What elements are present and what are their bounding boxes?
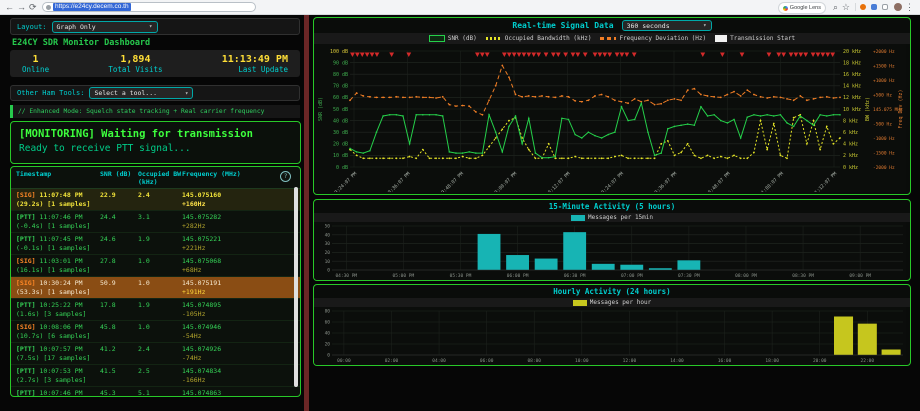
table-scrollbar[interactable] xyxy=(294,187,298,387)
forward-icon[interactable]: → xyxy=(17,0,26,14)
layout-toolbar: Layout: Graph Only ▾ xyxy=(10,18,300,35)
table-body: [SIG] 11:07:48 PM (29.2s) [1 samples]22.… xyxy=(11,189,300,397)
ham-tools-toolbar: Other Ham Tools: Select a tool... ▾ xyxy=(10,85,300,101)
time-window-value: 360 seconds xyxy=(627,22,670,30)
ham-tools-select[interactable]: Select a tool... ▾ xyxy=(89,87,193,99)
reload-icon[interactable]: ⟳ xyxy=(29,0,37,14)
snr-legend-label: SNR (dB) xyxy=(448,35,477,42)
activity-15min-canvas[interactable] xyxy=(314,222,906,280)
chevron-down-icon: ▾ xyxy=(149,23,153,30)
enhanced-mode-text: // Enhanced Mode: Squelch state tracking… xyxy=(18,108,264,115)
activity-hourly-title: Hourly Activity (24 hours) xyxy=(553,287,670,296)
toolbar-divider xyxy=(855,3,856,11)
page-title: E24CY SDR Monitor Dashboard xyxy=(12,38,150,48)
signal-log-table: Timestamp SNR (dB) Occupied BW (kHz) Fre… xyxy=(10,166,301,397)
total-visits-label: Total Visits xyxy=(108,65,162,74)
activity15-legend-label: Messages per 15min xyxy=(588,214,653,221)
table-row[interactable]: [PTT] 10:07:57 PM (7.5s) [17 samples]41.… xyxy=(11,343,300,365)
online-count: 1 xyxy=(22,54,49,65)
stats-bar: 1 Online 1,894 Total Visits 11:13:49 PM … xyxy=(10,50,300,77)
activity-hourly-legend: Messages per hour xyxy=(314,298,910,307)
google-lens-button[interactable]: Google Lens xyxy=(778,2,826,14)
profile-avatar[interactable] xyxy=(894,3,902,11)
enhanced-mode-note: // Enhanced Mode: Squelch state tracking… xyxy=(10,105,300,118)
chevron-down-icon: ▾ xyxy=(703,22,707,29)
online-label: Online xyxy=(22,65,49,74)
table-row[interactable]: [PTT] 10:25:22 PM (1.6s) [3 samples]17.8… xyxy=(11,299,300,321)
bw-legend-label: Occupied Bandwidth (kHz) xyxy=(505,35,592,42)
freqdev-legend-swatch xyxy=(600,37,616,40)
monitoring-status-box: [MONITORING] Waiting for transmission Re… xyxy=(10,121,301,164)
table-row[interactable]: [SIG] 11:07:48 PM (29.2s) [1 samples]22.… xyxy=(11,189,300,211)
extension-icon-2[interactable] xyxy=(871,4,877,10)
hourly-legend-swatch xyxy=(573,300,587,306)
table-row[interactable]: [SIG] 10:30:24 PM (53.3s) [1 samples]50.… xyxy=(11,277,300,299)
address-bar[interactable]: https://e24cy.decem.co.th xyxy=(42,2,256,12)
site-info-icon[interactable] xyxy=(46,5,51,10)
page-scrollbar[interactable] xyxy=(304,14,309,411)
table-row[interactable]: [SIG] 11:03:01 PM (16.1s) [1 samples]27.… xyxy=(11,255,300,277)
table-row[interactable]: [SIG] 10:08:06 PM (10.7s) [6 samples]45.… xyxy=(11,321,300,343)
table-row[interactable]: [PTT] 11:07:46 PM (-0.4s) [1 samples]24.… xyxy=(11,211,300,233)
activity15-legend-swatch xyxy=(571,215,585,221)
bookmark-star-icon[interactable]: ☆ xyxy=(842,0,850,14)
stat-online: 1 Online xyxy=(22,54,49,74)
total-visits-count: 1,894 xyxy=(108,54,162,65)
header-snr: SNR (dB) xyxy=(100,170,138,186)
browser-toolbar: ← → ⟳ https://e24cy.decem.co.th Google L… xyxy=(0,0,920,15)
header-timestamp: Timestamp xyxy=(16,170,100,186)
realtime-signal-panel: Real-time Signal Data 360 seconds ▾ SNR … xyxy=(313,17,911,195)
monitoring-ready-line: Ready to receive PTT signal... xyxy=(19,143,292,154)
time-window-select[interactable]: 360 seconds ▾ xyxy=(622,20,712,31)
table-row[interactable]: [PTT] 10:07:46 PM (5.6s) [11 samples]45.… xyxy=(11,387,300,397)
last-update-label: Last Update xyxy=(222,65,288,74)
help-icon[interactable]: ? xyxy=(280,171,291,182)
realtime-chart-title: Real-time Signal Data xyxy=(512,21,613,30)
layout-select-value: Graph Only xyxy=(57,23,96,31)
table-header: Timestamp SNR (dB) Occupied BW (kHz) Fre… xyxy=(11,167,300,189)
signal-chart-canvas[interactable] xyxy=(314,44,906,192)
activity-hourly-panel: Hourly Activity (24 hours) Messages per … xyxy=(313,284,911,366)
ham-tools-select-value: Select a tool... xyxy=(94,89,157,97)
freqdev-legend-label: Frequency Deviation (Hz) xyxy=(619,35,706,42)
search-icon[interactable]: ⌕ xyxy=(833,0,838,14)
stat-total-visits: 1,894 Total Visits xyxy=(108,54,162,74)
activity-hourly-canvas[interactable] xyxy=(314,307,906,365)
txstart-legend-swatch xyxy=(715,35,727,42)
lens-icon xyxy=(783,6,788,11)
browser-menu-icon[interactable]: ⋮ xyxy=(905,0,914,14)
realtime-chart-legend: SNR (dB) Occupied Bandwidth (kHz) Freque… xyxy=(314,33,910,44)
activity-15min-legend: Messages per 15min xyxy=(314,213,910,222)
header-bw: Occupied BW (kHz) xyxy=(138,170,182,186)
chevron-down-icon: ▾ xyxy=(185,90,189,97)
bw-legend-swatch xyxy=(486,37,502,40)
txstart-legend-label: Transmission Start xyxy=(730,35,795,42)
layout-label: Layout: xyxy=(17,23,47,31)
stat-last-update: 11:13:49 PM Last Update xyxy=(222,54,288,74)
extension-icon-3[interactable] xyxy=(882,4,888,10)
table-row[interactable]: [PTT] 10:07:53 PM (2.7s) [3 samples]41.5… xyxy=(11,365,300,387)
activity-15min-panel: 15-Minute Activity (5 hours) Messages pe… xyxy=(313,199,911,281)
ham-tools-label: Other Ham Tools: xyxy=(17,89,84,97)
snr-legend-swatch xyxy=(429,35,445,42)
lens-label: Google Lens xyxy=(790,5,821,11)
activity-15min-title: 15-Minute Activity (5 hours) xyxy=(549,202,675,211)
table-row[interactable]: [PTT] 11:07:45 PM (-0.1s) [1 samples]24.… xyxy=(11,233,300,255)
url-text[interactable]: https://e24cy.decem.co.th xyxy=(53,3,131,11)
back-icon[interactable]: ← xyxy=(5,0,14,14)
monitoring-status-line: [MONITORING] Waiting for transmission xyxy=(19,128,292,140)
hourly-legend-label: Messages per hour xyxy=(590,299,651,306)
extension-icon-1[interactable] xyxy=(860,4,866,10)
last-update-time: 11:13:49 PM xyxy=(222,54,288,65)
layout-select[interactable]: Graph Only ▾ xyxy=(52,21,158,33)
